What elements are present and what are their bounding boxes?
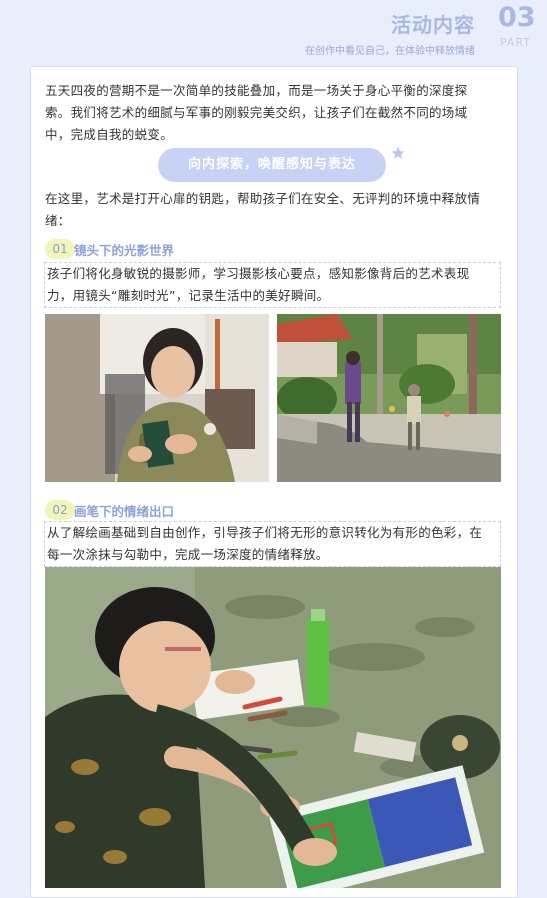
section-number-badge: 01 — [45, 239, 75, 259]
section-number-badge: 02 — [45, 500, 75, 520]
part-number: 03 — [498, 2, 536, 33]
photo-girl-holding-picture — [45, 314, 269, 482]
banner-pill: 向内探索，唤醒感知与表达 — [158, 148, 386, 182]
section-title-photography: 镜头下的光影世界 — [74, 243, 175, 258]
section-header: 活动内容 在创作中看见自己，在体验中释放情绪 03 PART — [0, 0, 547, 62]
section-title-painting: 画笔下的情绪出口 — [74, 504, 175, 519]
art-paragraph: 在这里，艺术是打开心扉的钥匙，帮助孩子们在安全、无评判的环境中释放情 绪： — [45, 191, 481, 228]
intro-paragraph: 五天四夜的营期不是一次简单的技能叠加，而是一场关于身心平衡的深度探 索。我们将艺… — [45, 83, 468, 142]
section-subtitle: 在创作中看见自己，在体验中释放情绪 — [305, 46, 475, 57]
star-icon — [391, 146, 405, 160]
section-title: 活动内容 — [391, 13, 475, 37]
section-heading-photography: 01 镜头下的光影世界 — [45, 239, 245, 261]
painting-description: 从了解绘画基础到自由创作，引导孩子们将无形的意识转化为有形的色彩，在 每一次涂抹… — [44, 521, 501, 567]
photo-outdoor-garden — [277, 314, 501, 482]
photo-boy-painting — [45, 567, 501, 888]
photography-description: 孩子们将化身敏锐的摄影师，学习摄影核心要点，感知影像背后的艺术表现 力，用镜头“… — [44, 262, 501, 308]
section-heading-painting: 02 画笔下的情绪出口 — [45, 500, 245, 522]
part-label: PART — [500, 36, 532, 49]
